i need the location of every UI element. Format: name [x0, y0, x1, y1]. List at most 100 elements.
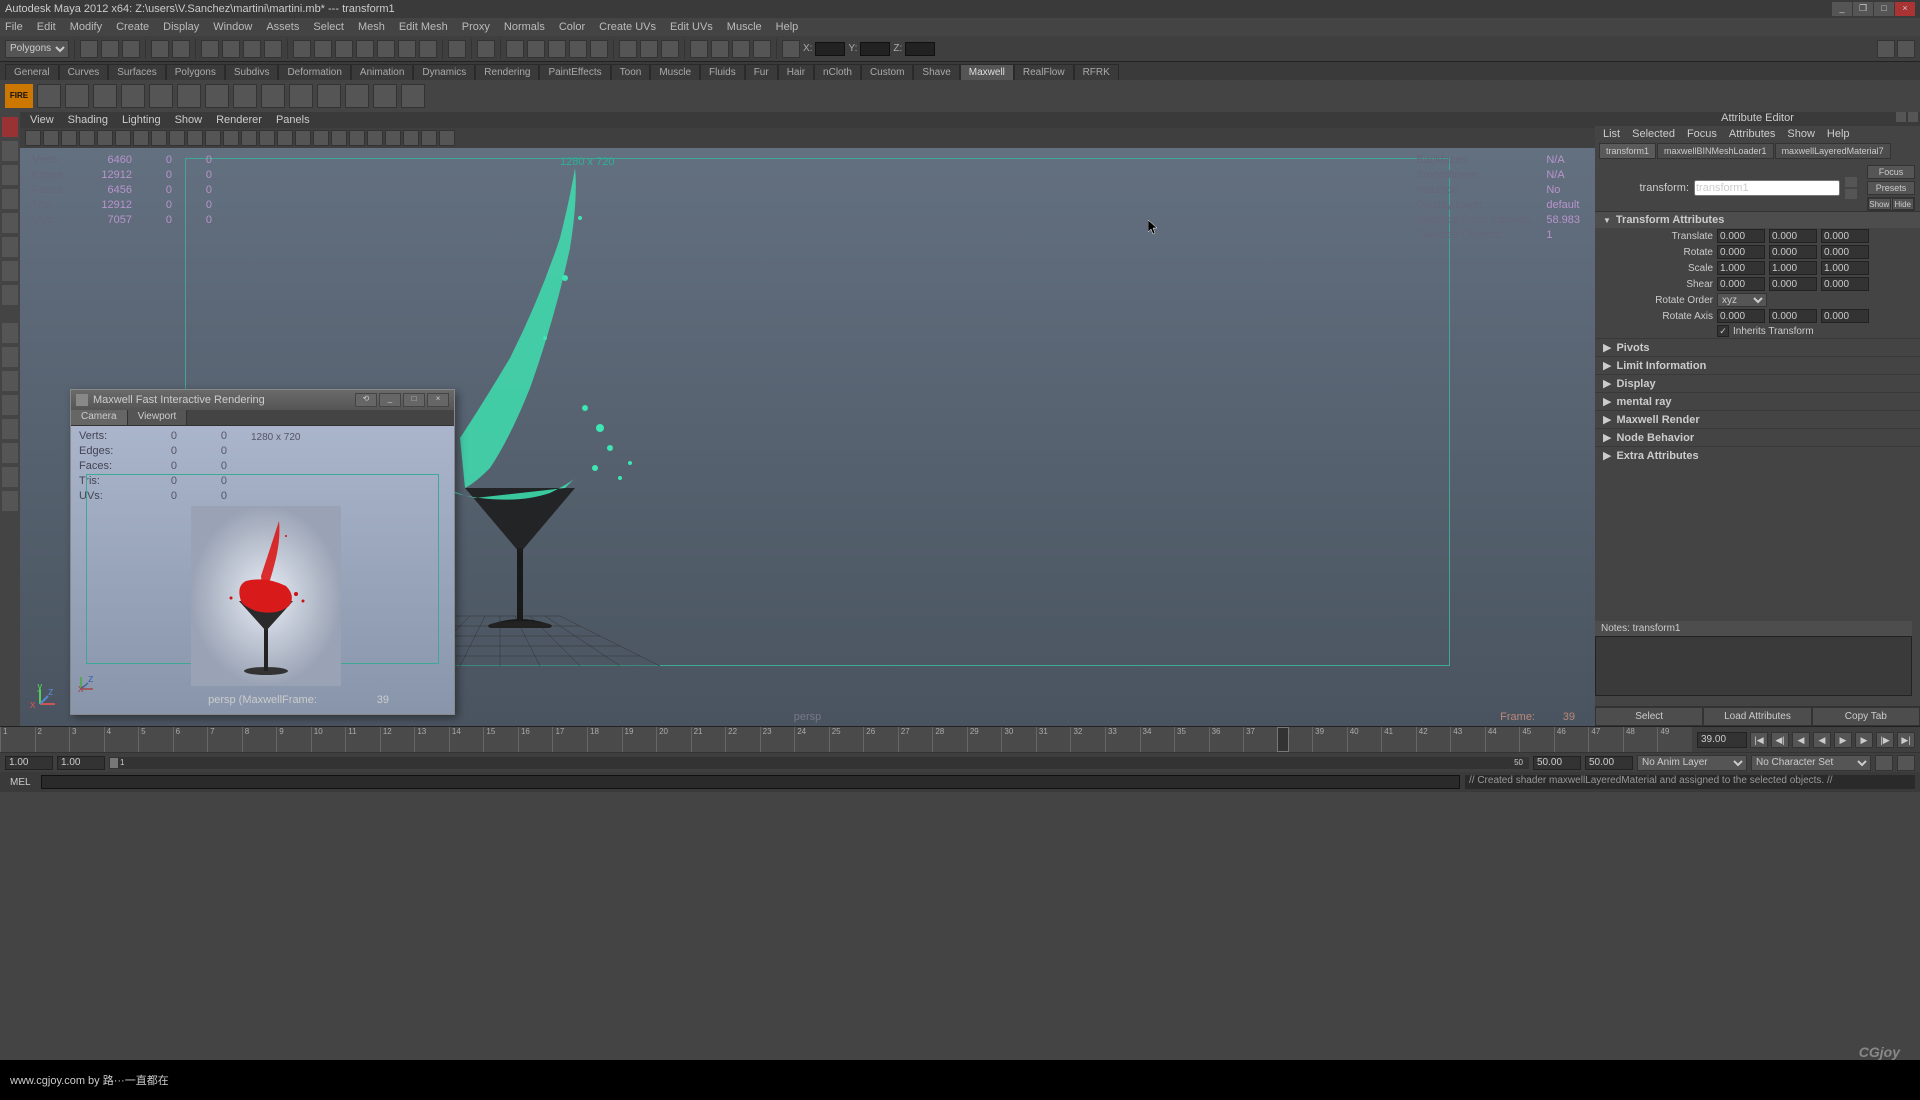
ae-go-up-icon[interactable]	[1845, 177, 1857, 187]
four-view-icon[interactable]	[2, 347, 18, 367]
menu-editmesh[interactable]: Edit Mesh	[399, 21, 448, 33]
shelf-info-icon[interactable]	[401, 84, 425, 108]
inherits-transform-checkbox[interactable]: ✓	[1717, 325, 1729, 337]
fire-tab-camera[interactable]: Camera	[71, 410, 128, 425]
lasso-tool-icon[interactable]	[2, 141, 18, 161]
shear-z-input[interactable]	[1821, 277, 1869, 291]
vp-icon[interactable]	[115, 130, 131, 146]
vp-menu-view[interactable]: View	[30, 114, 54, 126]
ae-hide-button[interactable]: Hide	[1892, 198, 1915, 210]
translate-y-input[interactable]	[1769, 229, 1817, 243]
rotaxis-y-input[interactable]	[1769, 309, 1817, 323]
shelf-tab-toon[interactable]: Toon	[611, 64, 651, 80]
play-button[interactable]: ▶	[1834, 732, 1852, 748]
scale-x-input[interactable]	[1717, 261, 1765, 275]
snap-plane-icon[interactable]	[356, 40, 374, 58]
fire-pin-button[interactable]: ⟲	[355, 393, 377, 407]
translate-z-input[interactable]	[1821, 229, 1869, 243]
current-frame-input[interactable]	[1697, 732, 1747, 748]
maximize-button[interactable]: □	[1874, 2, 1894, 16]
menu-edituvs[interactable]: Edit UVs	[670, 21, 713, 33]
forward-end-button[interactable]: ▶|	[1897, 732, 1915, 748]
ae-transform-name-input[interactable]	[1694, 180, 1840, 196]
rewind-button[interactable]: |◀	[1750, 732, 1768, 748]
shelf-tab-subdivs[interactable]: Subdivs	[225, 64, 279, 80]
step-back-key-button[interactable]: ◀|	[1771, 732, 1789, 748]
fire-close-button[interactable]: ×	[427, 393, 449, 407]
scale-y-input[interactable]	[1769, 261, 1817, 275]
ae-notes-field[interactable]	[1595, 636, 1912, 696]
menu-normals[interactable]: Normals	[504, 21, 545, 33]
rotate-z-input[interactable]	[1821, 245, 1869, 259]
shelf-tab-animation[interactable]: Animation	[351, 64, 413, 80]
shelf-tab-muscle[interactable]: Muscle	[650, 64, 700, 80]
vp-icon[interactable]	[187, 130, 203, 146]
persp-outliner-icon[interactable]	[2, 371, 18, 391]
vp-icon[interactable]	[79, 130, 95, 146]
ae-tab-maxwellBINMeshLoader1[interactable]: maxwellBINMeshLoader1	[1657, 143, 1774, 159]
vp-icon[interactable]	[385, 130, 401, 146]
ae-section-limit-information[interactable]: ▶Limit Information	[1595, 356, 1920, 374]
fire-tab-viewport[interactable]: Viewport	[128, 410, 188, 425]
ae-menu-selected[interactable]: Selected	[1632, 128, 1675, 140]
snap-point-icon[interactable]	[335, 40, 353, 58]
range-slider[interactable]: 150	[109, 757, 1529, 769]
vp-icon[interactable]	[151, 130, 167, 146]
render-view-icon[interactable]	[527, 40, 545, 58]
vp-icon[interactable]	[421, 130, 437, 146]
menu-edit[interactable]: Edit	[37, 21, 56, 33]
time-cursor[interactable]	[1277, 727, 1289, 752]
new-scene-icon[interactable]	[80, 40, 98, 58]
menu-createuvs[interactable]: Create UVs	[599, 21, 656, 33]
ipr-icon[interactable]	[506, 40, 524, 58]
vp-icon[interactable]	[133, 130, 149, 146]
ae-section-pivots[interactable]: ▶Pivots	[1595, 338, 1920, 356]
persp-graph-icon[interactable]	[2, 419, 18, 439]
undo-icon[interactable]	[151, 40, 169, 58]
vp-icon[interactable]	[439, 130, 455, 146]
shelf-tab-shave[interactable]: Shave	[913, 64, 959, 80]
vp-icon[interactable]	[259, 130, 275, 146]
shelf-tab-polygons[interactable]: Polygons	[166, 64, 225, 80]
playback-start-input[interactable]	[57, 756, 105, 770]
x-input[interactable]	[815, 42, 845, 56]
vp-icon[interactable]	[277, 130, 293, 146]
vertex-color-icon[interactable]	[661, 40, 679, 58]
input-mode-icon[interactable]	[619, 40, 637, 58]
vp-menu-renderer[interactable]: Renderer	[216, 114, 262, 126]
ae-tab-transform1[interactable]: transform1	[1599, 143, 1656, 159]
vp-icon[interactable]	[295, 130, 311, 146]
step-back-button[interactable]: ◀	[1792, 732, 1810, 748]
vp-icon[interactable]	[205, 130, 221, 146]
ae-menu-list[interactable]: List	[1603, 128, 1620, 140]
prefs-button[interactable]	[1897, 755, 1915, 771]
shelf-grid-icon[interactable]	[177, 84, 201, 108]
shelf-tab-ncloth[interactable]: nCloth	[814, 64, 861, 80]
paint-select-icon[interactable]	[243, 40, 261, 58]
menu-color[interactable]: Color	[559, 21, 585, 33]
step-forward-button[interactable]: ▶	[1855, 732, 1873, 748]
fire-minimize-button[interactable]: _	[379, 393, 401, 407]
restore-button[interactable]: ❐	[1853, 2, 1873, 16]
menu-create[interactable]: Create	[116, 21, 149, 33]
rotate-order-select[interactable]: xyz	[1717, 293, 1767, 307]
construction-history-icon[interactable]	[640, 40, 658, 58]
fire-render-view[interactable]: Verts:00Edges:00Faces:00Tris:00UVs:00 12…	[71, 426, 454, 714]
vp-icon[interactable]	[223, 130, 239, 146]
ae-section-extra-attributes[interactable]: ▶Extra Attributes	[1595, 446, 1920, 464]
shelf-tab-painteffects[interactable]: PaintEffects	[539, 64, 610, 80]
select-tool-icon[interactable]	[2, 117, 18, 137]
menu-help[interactable]: Help	[776, 21, 799, 33]
batch-render-icon[interactable]	[569, 40, 587, 58]
z-input[interactable]	[905, 42, 935, 56]
ae-focus-button[interactable]: Focus	[1867, 165, 1915, 179]
time-ruler[interactable]: 1234567891011121314151617181920212223242…	[0, 727, 1692, 752]
ae-section-display[interactable]: ▶Display	[1595, 374, 1920, 392]
vp-menu-show[interactable]: Show	[175, 114, 203, 126]
shelf-tab-rfrk[interactable]: RFRK	[1074, 64, 1119, 80]
shelf-mesh-icon[interactable]	[149, 84, 173, 108]
shelf-tab-rendering[interactable]: Rendering	[475, 64, 539, 80]
shelf-mr-icon[interactable]	[289, 84, 313, 108]
menu-proxy[interactable]: Proxy	[462, 21, 490, 33]
vp-menu-lighting[interactable]: Lighting	[122, 114, 161, 126]
